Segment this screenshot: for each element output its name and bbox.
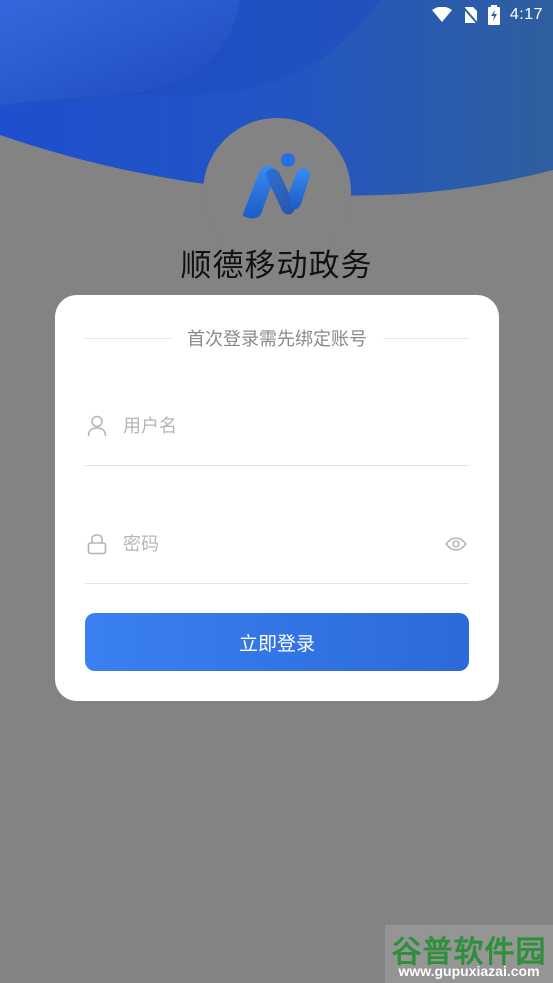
watermark-url: www.gupuxiazai.com xyxy=(398,963,540,979)
app-title: 顺德移动政务 xyxy=(180,248,373,284)
lock-icon xyxy=(85,533,109,555)
card-heading: 首次登录需先绑定账号 xyxy=(85,325,469,351)
username-input[interactable] xyxy=(123,415,469,437)
divider-left xyxy=(85,337,171,339)
wifi-icon xyxy=(431,7,452,23)
password-input[interactable] xyxy=(123,533,443,555)
password-field xyxy=(85,505,469,584)
login-button[interactable]: 立即登录 xyxy=(85,613,469,671)
status-time: 4:17 xyxy=(509,6,543,23)
login-card: 首次登录需先绑定账号 立即登录 xyxy=(55,295,499,701)
divider-right xyxy=(383,337,469,339)
watermark: 谷普软件园 www.gupuxiazai.com xyxy=(385,925,553,983)
user-icon xyxy=(85,415,109,437)
battery-charging-icon xyxy=(487,5,500,25)
username-field xyxy=(85,387,469,466)
no-sim-icon xyxy=(462,6,478,24)
status-bar: 4:17 xyxy=(431,0,553,30)
app-logo-icon xyxy=(242,153,311,219)
card-heading-text: 首次登录需先绑定账号 xyxy=(187,329,367,350)
eye-icon[interactable] xyxy=(443,536,469,552)
